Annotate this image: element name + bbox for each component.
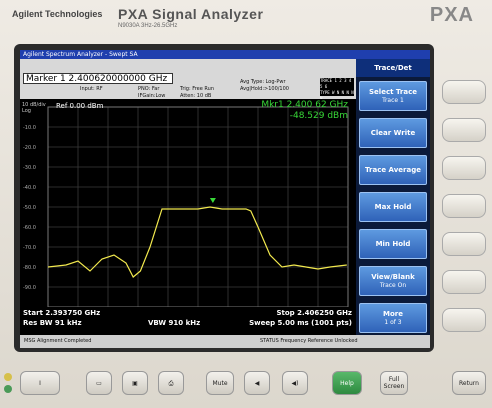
standby-led xyxy=(4,373,12,381)
softkey-label: Trace Average xyxy=(365,165,421,174)
pno-label: PNO: Far xyxy=(138,86,160,92)
softkey-label: Select Trace xyxy=(369,88,417,96)
y-tick-label: -80.0 xyxy=(23,265,36,271)
settings-bar: Marker 1 2.400620000000 GHz Input: RF PN… xyxy=(20,59,356,113)
trace-row: TRACE 1 2 3 4 5 6 xyxy=(320,78,352,89)
rbw-label: Res BW 91 kHz xyxy=(23,319,82,327)
volume-up-button[interactable]: ◀) xyxy=(282,371,308,395)
print-icon: ⎙ xyxy=(168,379,174,387)
folder-icon: ▭ xyxy=(96,379,102,387)
status-text: STATUS Frequency Reference Unlocked xyxy=(260,338,358,344)
marker-1-point xyxy=(209,198,216,204)
hardkey-softkey-7[interactable] xyxy=(442,308,486,332)
hardkey-softkey-5[interactable] xyxy=(442,232,486,256)
y-tick-label: -20.0 xyxy=(23,145,36,151)
softkey-clear-write[interactable]: Clear Write xyxy=(359,118,427,148)
trace-indicator: TRACE 1 2 3 4 5 6 TYPE W N N N N N DET P… xyxy=(320,78,354,113)
start-frequency: Start 2.393750 GHz xyxy=(23,309,101,317)
y-tick-label: -70.0 xyxy=(23,245,36,251)
power-button[interactable]: I xyxy=(20,371,60,395)
ref-level-label: Ref 0.00 dBm xyxy=(56,102,104,110)
save-icon: ▣ xyxy=(132,379,138,387)
softkey-view-blank[interactable]: View/Blank Trace On xyxy=(359,266,427,296)
softkey-label: More xyxy=(383,310,403,318)
softkey-label: Min Hold xyxy=(375,239,411,248)
pxa-logo: PXA xyxy=(429,4,474,26)
brand-label: Agilent Technologies xyxy=(12,9,103,19)
y-tick-label: -30.0 xyxy=(23,165,36,171)
vbw-label: VBW 910 kHz xyxy=(148,319,201,327)
y-tick-label: -50.0 xyxy=(23,205,36,211)
hardkey-softkey-2[interactable] xyxy=(442,118,486,142)
softkey-sub-label: 1 of 3 xyxy=(384,319,402,326)
display-screen: Agilent Spectrum Analyzer - Swept SA Mar… xyxy=(20,50,430,348)
save-button[interactable]: ▣ xyxy=(122,371,148,395)
softkey-sub-label: Trace On xyxy=(379,282,407,289)
y-tick-label: -90.0 xyxy=(23,285,36,291)
product-label: PXA Signal Analyzer xyxy=(118,6,264,22)
softkey-label: View/Blank xyxy=(371,273,415,281)
softkey-label: Max Hold xyxy=(374,202,412,211)
stop-frequency: Stop 2.406250 GHz xyxy=(276,309,352,317)
scale-label: 10 dB/div Log xyxy=(22,102,46,114)
marker-frequency-readout: Mkr1 2.400 62 GHz xyxy=(261,100,348,110)
spectrum-plot: -10.0 -20.0 -30.0 -40.0 -50.0 -60.0 -70.0 -80.0… xyxy=(20,99,356,329)
input-label: Input: RF xyxy=(80,86,103,92)
print-button[interactable]: ⎙ xyxy=(158,371,184,395)
softkey-max-hold[interactable]: Max Hold xyxy=(359,192,427,222)
speaker-loud-icon: ◀) xyxy=(291,379,299,387)
speaker-icon: ◀ xyxy=(254,379,260,387)
softkey-menu: Trace/Det Select Trace Trace 1 Clear Wri… xyxy=(356,59,430,335)
hardkey-softkey-3[interactable] xyxy=(442,156,486,180)
product-sub-label: N9030A 3Hz-26.5GHz xyxy=(118,23,178,29)
mute-button[interactable]: Mute xyxy=(206,371,234,395)
softkey-select-trace[interactable]: Select Trace Trace 1 xyxy=(359,81,427,111)
y-tick-label: -60.0 xyxy=(23,225,36,231)
mute-label: Mute xyxy=(212,379,228,387)
scale-log-label: Log xyxy=(22,108,31,114)
full-screen-button[interactable]: Full Screen xyxy=(380,371,408,395)
status-bar: MSG Alignment Completed STATUS Frequency… xyxy=(20,335,430,348)
power-icon: I xyxy=(39,379,41,387)
avg-type-label: Avg Type: Log-Pwr xyxy=(240,79,286,85)
softkey-min-hold[interactable]: Min Hold xyxy=(359,229,427,259)
softkey-more[interactable]: More 1 of 3 xyxy=(359,303,427,333)
full-screen-label: Full Screen xyxy=(383,376,405,390)
marker-amplitude-readout: -48.529 dBm xyxy=(289,111,348,121)
trace-1-line xyxy=(47,206,347,278)
softkey-trace-average[interactable]: Trace Average xyxy=(359,155,427,185)
help-button[interactable]: Help xyxy=(332,371,362,395)
hardkey-softkey-6[interactable] xyxy=(442,270,486,294)
marker-frequency-field[interactable]: Marker 1 2.400620000000 GHz xyxy=(23,73,173,84)
sweep-settings: Start 2.393750 GHz Stop 2.406250 GHz Res… xyxy=(20,307,356,329)
window-title: Agilent Spectrum Analyzer - Swept SA xyxy=(20,50,430,59)
power-led xyxy=(4,385,12,393)
return-button[interactable]: Return xyxy=(452,371,486,395)
file-button[interactable]: ▭ xyxy=(86,371,112,395)
volume-down-button[interactable]: ◀ xyxy=(244,371,270,395)
y-tick-label: -40.0 xyxy=(23,185,36,191)
sweep-label: Sweep 5.00 ms (1001 pts) xyxy=(249,319,352,327)
hardkey-softkey-4[interactable] xyxy=(442,194,486,218)
message-text: MSG Alignment Completed xyxy=(24,338,92,344)
trigger-label: Trig: Free Run xyxy=(180,86,214,92)
hardkey-softkey-1[interactable] xyxy=(442,80,486,104)
spectrum-chart: -10.0 -20.0 -30.0 -40.0 -50.0 -60.0 -70.0 -80.0… xyxy=(23,106,349,308)
help-label: Help xyxy=(340,379,354,387)
y-tick-label: -10.0 xyxy=(23,125,36,131)
softkey-label: Clear Write xyxy=(370,128,416,137)
softkey-menu-title: Trace/Det xyxy=(356,59,430,77)
marker-readout: Mkr1 2.400 62 GHz -48.529 dBm xyxy=(261,100,348,122)
avg-hold-label: Avg|Hold:>100/100 xyxy=(240,86,289,92)
instrument-front-panel: Agilent Technologies PXA Signal Analyzer… xyxy=(0,0,492,408)
softkey-sub-label: Trace 1 xyxy=(382,97,404,104)
return-label: Return xyxy=(459,379,479,387)
